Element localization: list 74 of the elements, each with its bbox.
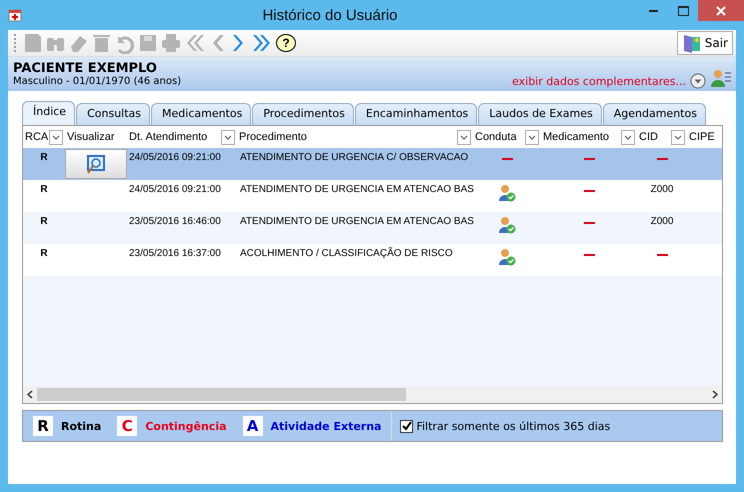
dropdown-icon[interactable] bbox=[49, 130, 63, 144]
dash-mark bbox=[584, 190, 594, 192]
column-header: CID bbox=[639, 131, 658, 143]
table-cell-text: R bbox=[40, 152, 48, 165]
door-icon bbox=[682, 33, 702, 53]
tab[interactable]: Índice bbox=[22, 101, 76, 125]
scroll-left-icon[interactable] bbox=[27, 390, 33, 399]
user-card-icon[interactable] bbox=[710, 67, 732, 89]
exit-button[interactable]: Sair bbox=[676, 31, 733, 55]
close-icon bbox=[716, 6, 726, 16]
legend-label: Atividade Externa bbox=[270, 420, 382, 432]
table-cell: ATENDIMENTO DE URGENCIA C/ OBSERVACAO bbox=[240, 152, 468, 163]
dash-mark bbox=[502, 158, 512, 160]
minimize-icon[interactable] bbox=[648, 10, 658, 12]
help-button[interactable]: ? bbox=[276, 34, 296, 52]
tab[interactable]: Consultas bbox=[76, 103, 150, 125]
dropdown-icon[interactable] bbox=[621, 130, 635, 144]
dash-mark bbox=[656, 254, 668, 256]
table-cell-text: R bbox=[40, 216, 48, 229]
maximize-icon[interactable] bbox=[678, 6, 688, 16]
dash-mark bbox=[584, 254, 594, 256]
column-header: Medicamento bbox=[543, 131, 610, 143]
table-cell-text: R bbox=[40, 184, 48, 197]
column-header: Conduta bbox=[475, 131, 517, 143]
check-icon bbox=[402, 421, 412, 431]
patient-name: PACIENTE EXEMPLO bbox=[13, 61, 158, 76]
column-header: RCA bbox=[25, 131, 48, 143]
table-cell-text: Z000 bbox=[650, 184, 674, 197]
table-cell: 24/05/2016 09:21:00 bbox=[129, 184, 221, 195]
legend-label: Contingência bbox=[145, 420, 227, 432]
dropdown-icon[interactable] bbox=[671, 130, 685, 144]
table-row[interactable]: R 24/05/2016 09:21:00 ATENDIMENTO DE URGENCIA C/ OBSERVACAO bbox=[23, 148, 722, 180]
tab[interactable]: Medicamentos bbox=[151, 103, 252, 125]
tab[interactable]: Laudos de Exames bbox=[478, 103, 602, 125]
column-header: CIPE bbox=[689, 131, 715, 143]
table-cell: ATENDIMENTO DE URGENCIA EM ATENCAO BAS bbox=[240, 184, 474, 195]
close-button[interactable] bbox=[698, 0, 744, 21]
user-check-icon bbox=[498, 184, 516, 202]
tab[interactable]: Agendamentos bbox=[602, 103, 706, 125]
book-search-icon bbox=[84, 153, 108, 175]
table-cell: ACOLHIMENTO / CLASSIFICAÇÃO DE RISCO bbox=[240, 248, 453, 259]
medical-kit-icon bbox=[8, 8, 22, 22]
legend-letter: R bbox=[33, 416, 53, 436]
legend-letter: C bbox=[117, 416, 138, 436]
expand-icon[interactable] bbox=[690, 73, 706, 89]
legend-letter: A bbox=[242, 416, 263, 436]
tab[interactable]: Encaminhamentos bbox=[354, 103, 478, 125]
dash-mark bbox=[584, 158, 594, 160]
checkbox[interactable] bbox=[400, 420, 414, 432]
user-check-icon bbox=[498, 216, 516, 234]
table-row[interactable]: R 23/05/2016 16:46:00 ATENDIMENTO DE URGENCIA EM ATENCAO BAS Z000 bbox=[23, 212, 722, 244]
dropdown-icon[interactable] bbox=[457, 130, 471, 144]
horizontal-scrollbar[interactable] bbox=[23, 386, 722, 403]
scroll-right-icon[interactable] bbox=[712, 390, 718, 399]
legend-label: Rotina bbox=[61, 420, 102, 432]
dropdown-icon[interactable] bbox=[525, 130, 539, 144]
dropdown-icon[interactable] bbox=[221, 130, 235, 144]
tab[interactable]: Procedimentos bbox=[252, 103, 354, 125]
table-cell: ATENDIMENTO DE URGENCIA EM ATENCAO BAS bbox=[240, 216, 474, 227]
dash-mark bbox=[584, 222, 594, 224]
window-title: Histórico do Usuário bbox=[261, 6, 399, 24]
table-cell: 23/05/2016 16:37:00 bbox=[129, 248, 221, 259]
dash-mark bbox=[656, 158, 668, 160]
checkbox-label[interactable]: Filtrar somente os últimos 365 dias bbox=[416, 420, 610, 432]
column-header: Visualizar bbox=[67, 131, 114, 143]
view-button[interactable] bbox=[65, 149, 127, 179]
table-cell-text: R bbox=[40, 248, 48, 261]
table-cell: 24/05/2016 09:21:00 bbox=[129, 152, 221, 163]
patient-details: Masculino - 01/01/1970 (46 anos) bbox=[13, 76, 182, 87]
user-check-icon bbox=[498, 248, 516, 266]
table-cell-text: Z000 bbox=[650, 216, 674, 229]
column-header: Dt. Atendimento bbox=[129, 131, 208, 143]
table-cell: 23/05/2016 16:46:00 bbox=[129, 216, 221, 227]
column-header: Procedimento bbox=[239, 131, 307, 143]
